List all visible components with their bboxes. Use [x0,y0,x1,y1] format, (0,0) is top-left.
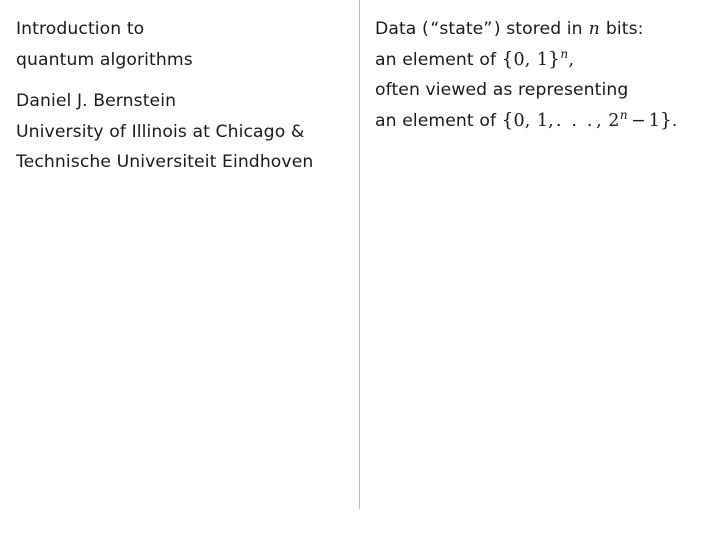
set-ellipsis: . . . [555,110,595,131]
body-line-1-prefix: Data ( [375,19,429,39]
set-comma: , [548,110,554,131]
page-title-line-1: Introduction to [16,19,145,39]
body-line-4-period: . [671,110,678,131]
set-element-one: 1 [536,110,549,131]
body-line-1-suffix: bits: [605,19,644,39]
set-open-brace: { [501,109,514,131]
body-line-2-trailing-comma: , [568,49,575,70]
body-text-block: Data (“state”) stored in n bits: an elem… [375,14,705,136]
set-element-one: 1 [536,49,549,70]
set-element-zero: 0 [513,110,525,131]
author-affiliation-2: Technische Universiteit Eindhoven [16,152,314,172]
author-block: Daniel J. Bernstein University of Illino… [16,86,345,178]
title-block: Introduction to quantum algorithms [16,14,345,75]
set-close-brace: } [659,109,672,131]
set-power-base-two: 2 [608,110,620,131]
body-line-4-prefix: an element of [375,110,497,131]
body-line-2: an element of {0, 1}n, [375,45,705,76]
math-variable-n: n [588,19,600,39]
set-comma: , [596,110,602,131]
set-open-brace: { [501,48,514,70]
body-line-4: an element of {0, 1,. . ., 2n −1}. [375,106,705,137]
column-divider [359,0,360,509]
body-line-1: Data (“state”) stored in n bits: [375,14,705,45]
body-line-2-prefix: an element of [375,49,497,70]
minus-operator: − [630,110,646,131]
author-affiliation-1: University of Illinois at Chicago & [16,121,305,142]
set-final-one: 1 [648,110,660,131]
page-title-line-2: quantum algorithms [16,49,193,70]
body-line-1-mid: ) stored in [493,19,583,39]
body-line-1-quoted: “state” [430,19,493,39]
set-close-brace: } [548,48,561,70]
author-name: Daniel J. Bernstein [16,91,177,111]
set-exponent-n: n [619,107,628,122]
set-element-zero: 0 [513,49,525,70]
body-line-3: often viewed as representing [375,80,629,100]
slide-canvas: Introduction to quantum algorithms Danie… [0,0,720,540]
